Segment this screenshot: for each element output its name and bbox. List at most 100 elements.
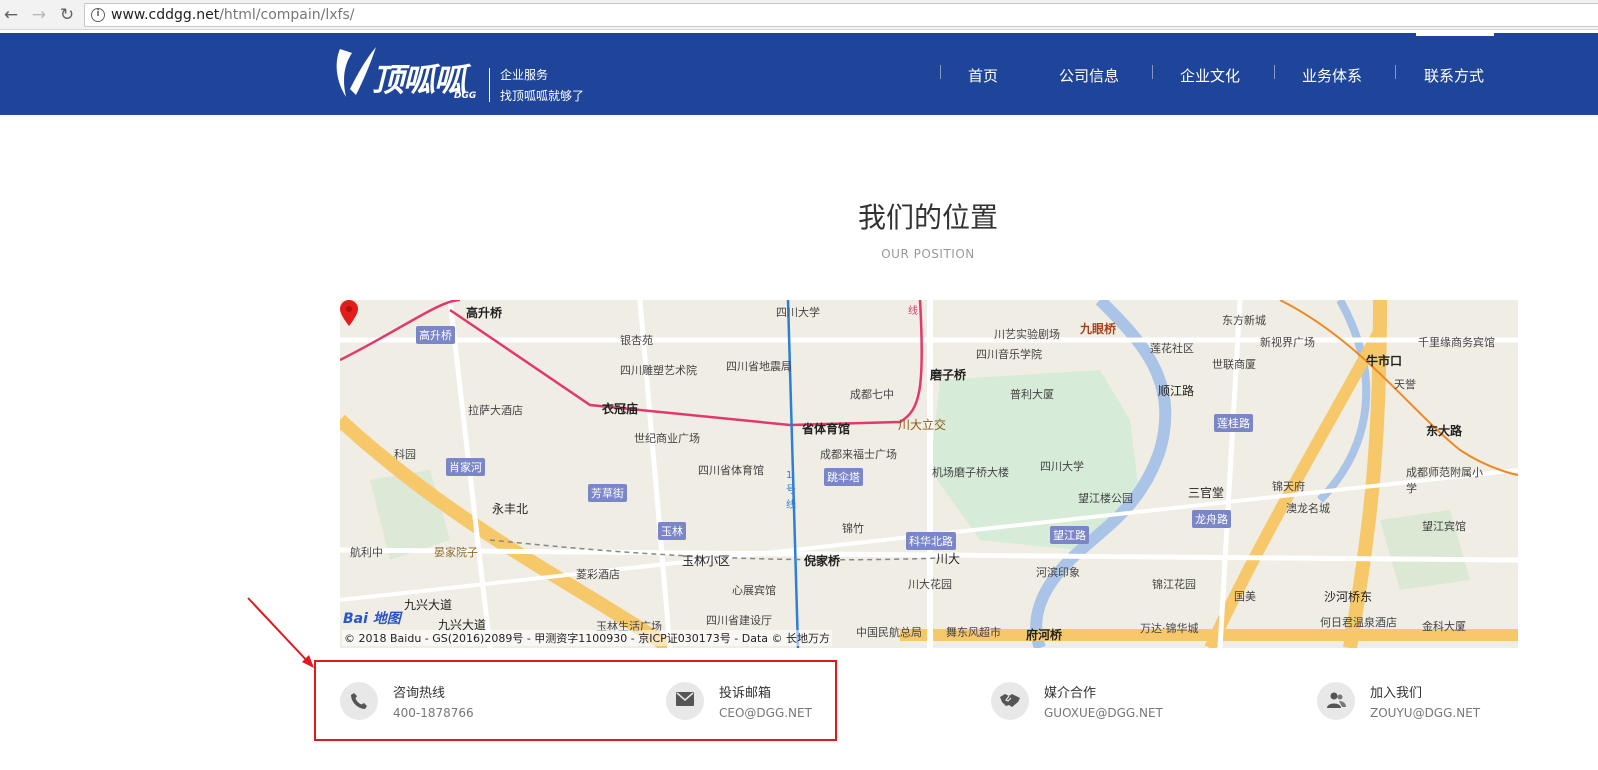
nav-home[interactable]: 首页 [968, 65, 998, 86]
contact-media: 媒介合作 GUOXUE@DGG.NET [991, 682, 1191, 724]
map-place: 拉萨大酒店 [468, 404, 523, 417]
map-place: 莲花社区 [1150, 342, 1194, 355]
map-place: 菱彩酒店 [576, 568, 620, 581]
slogan-line-2: 找顶呱呱就够了 [500, 89, 585, 103]
baidu-map[interactable]: 高升桥 高升桥 银杏苑 四川雕塑艺术院 四川省地震局 四川大学 衣冠庙 拉萨大酒… [340, 300, 1518, 648]
url-text[interactable]: www.cddgg.net/html/compain/lxfs/ [111, 7, 354, 23]
map-place: 何日君温泉酒店 [1320, 616, 1397, 629]
users-icon [1317, 682, 1355, 720]
map-place: 澳龙名城 [1286, 502, 1330, 515]
forward-arrow-icon[interactable]: → [28, 4, 50, 26]
nav-active-indicator [1416, 33, 1494, 36]
map-place: 心展宾馆 [732, 584, 776, 597]
reload-icon[interactable]: ↻ [56, 4, 78, 26]
browser-toolbar: ← → ↻ i www.cddgg.net/html/compain/lxfs/ [0, 0, 1598, 30]
map-place: 金科大厦 [1422, 620, 1466, 633]
contact-title: 咨询热线 [393, 686, 446, 701]
map-place: 天誉 [1394, 378, 1416, 391]
contact-value[interactable]: ZOUYU@DGG.NET [1370, 706, 1480, 720]
contact-title: 投诉邮箱 [719, 686, 772, 701]
site-header: 顶呱呱 DGG 企业服务 找顶呱呱就够了 首页 公司信息 企业文化 业务体系 联… [0, 33, 1598, 115]
contact-hotline: 咨询热线 400-1878766 [340, 682, 540, 724]
metro-line-label: 1号线 [786, 470, 796, 511]
nav-culture[interactable]: 企业文化 [1180, 65, 1240, 86]
map-place: 牛市口 [1366, 354, 1403, 368]
map-copyright: © 2018 Baidu - GS(2016)2089号 - 甲测资字11009… [342, 630, 833, 646]
nav-separator [1395, 65, 1396, 79]
map-place: 望江宾馆 [1422, 520, 1466, 533]
map-place: 河滨印象 [1036, 566, 1080, 579]
url-host: www.cddgg.net [111, 7, 220, 23]
map-place: 锦江花园 [1152, 578, 1196, 591]
section-title: 我们的位置 [857, 201, 998, 234]
map-place: 成都七中 [850, 388, 894, 401]
map-area-badge: 肖家河 [446, 458, 485, 476]
map-place: 四川大学 [776, 306, 820, 319]
map-place: 国美 [1234, 590, 1256, 603]
map-place: 新视界广场 [1260, 336, 1315, 349]
slogan-line-1: 企业服务 [500, 68, 549, 82]
map-place: 四川省建设厅 [706, 614, 772, 627]
map-area-badge: 莲桂路 [1214, 414, 1253, 432]
nav-separator [1152, 65, 1153, 79]
map-place: 成都来福士广场 [820, 448, 897, 461]
map-place: 倪家桥 [804, 554, 841, 568]
map-place: 顺江路 [1158, 384, 1195, 398]
back-arrow-icon[interactable]: ← [0, 4, 22, 26]
map-place: 川大 [936, 552, 961, 566]
map-place: 四川省体育馆 [698, 464, 764, 477]
contact-join-us: 加入我们 ZOUYU@DGG.NET [1317, 682, 1517, 724]
contact-title: 媒介合作 [1044, 686, 1097, 701]
map-place: 东大路 [1426, 424, 1463, 438]
map-place: 望江楼公园 [1078, 492, 1133, 505]
logo-dgg: DGG [454, 91, 477, 101]
contact-value[interactable]: 400-1878766 [393, 706, 474, 720]
map-place: 四川音乐学院 [976, 348, 1042, 361]
map-place: 普利大厦 [1010, 388, 1054, 401]
nav-separator [1274, 65, 1275, 79]
handshake-icon [991, 682, 1029, 720]
map-area-badge: 望江路 [1050, 526, 1089, 544]
map-place: 高升桥 [466, 306, 503, 320]
map-place: 四川雕塑艺术院 [620, 364, 697, 377]
map-place: 舞东风超市 [946, 626, 1001, 639]
map-place: 三官堂 [1188, 486, 1225, 500]
address-bar[interactable]: i www.cddgg.net/html/compain/lxfs/ [84, 3, 1598, 27]
map-place: 川大花园 [908, 578, 952, 591]
location-pin-icon[interactable] [340, 300, 358, 326]
map-place: 银杏苑 [620, 334, 653, 347]
map-place: 九兴大道 [404, 598, 453, 612]
map-place: 玉林小区 [682, 554, 731, 568]
nav-separator [940, 65, 941, 79]
map-place: 川大立交 [898, 418, 947, 432]
annotation-arrow-icon [247, 597, 314, 668]
map-place: 航利中 [350, 546, 383, 559]
map-place: 府河桥 [1026, 628, 1063, 642]
logo-divider [489, 68, 490, 102]
nav-company-info[interactable]: 公司信息 [1059, 65, 1119, 86]
map-place: 机场磨子桥大楼 [932, 466, 1009, 479]
map-place: 东方新城 [1222, 314, 1266, 327]
contact-value[interactable]: GUOXUE@DGG.NET [1044, 706, 1163, 720]
map-place: 锦天府 [1272, 480, 1305, 493]
map-area-badge: 高升桥 [416, 326, 455, 344]
map-area-badge: 芳草街 [588, 484, 627, 502]
baidu-logo[interactable]: Bai 地图 [343, 608, 401, 628]
nav-contact[interactable]: 联系方式 [1424, 65, 1484, 86]
info-icon[interactable]: i [91, 8, 105, 22]
map-place: 省体育馆 [802, 422, 851, 436]
contact-value[interactable]: CEO@DGG.NET [719, 706, 812, 720]
map-place: 晏家院子 [434, 546, 478, 559]
baidu-logo-text-2: 地图 [372, 611, 401, 627]
baidu-logo-text: Bai [343, 611, 368, 627]
map-place: 永丰北 [492, 502, 529, 516]
map-area-badge: 龙舟路 [1192, 510, 1231, 528]
map-place: 锦竹 [842, 522, 864, 535]
nav-business[interactable]: 业务体系 [1302, 65, 1362, 86]
map-place: 磨子桥 [930, 368, 967, 382]
logo-name[interactable]: 顶呱呱 [372, 55, 466, 101]
map-place: 千里缘商务宾馆 [1418, 336, 1495, 349]
map-area-badge: 玉林 [658, 522, 686, 540]
mail-icon [666, 682, 704, 720]
map-place: 川艺实验剧场 [994, 328, 1060, 341]
